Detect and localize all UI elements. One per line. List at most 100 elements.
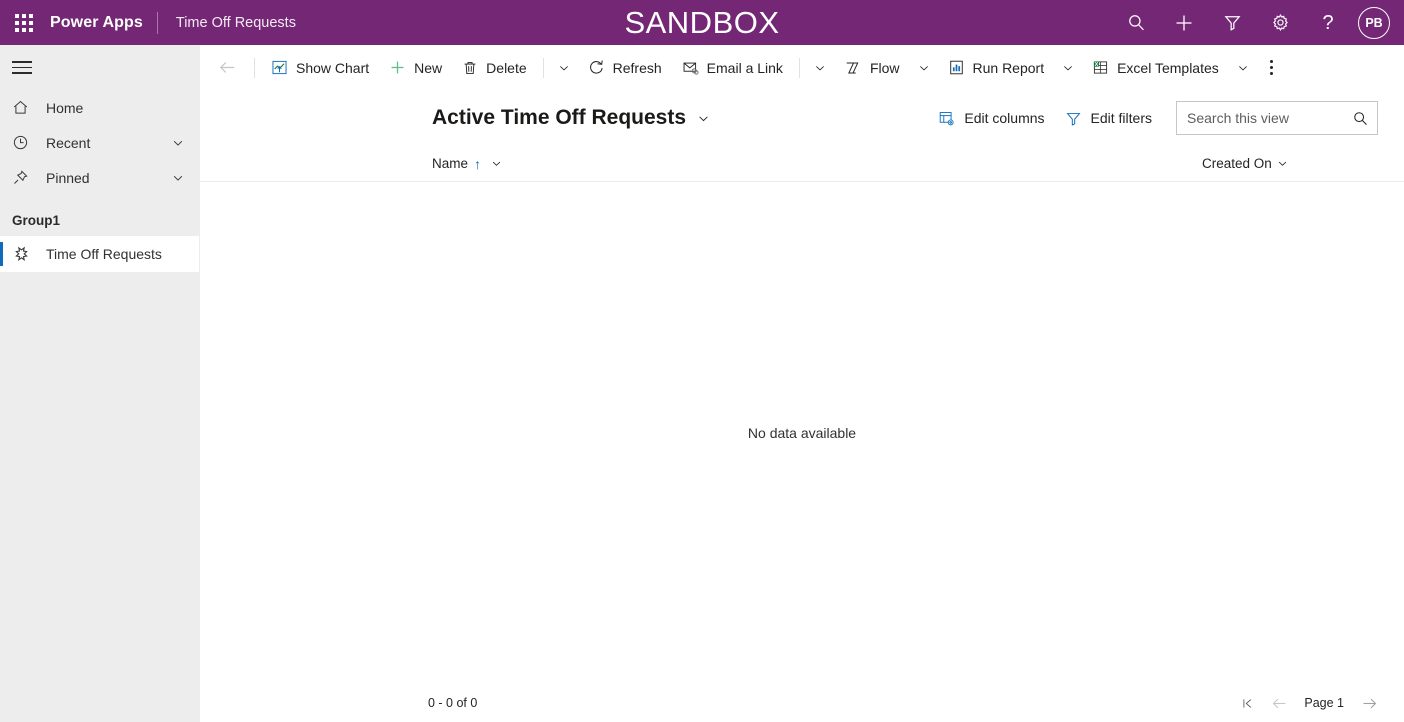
quick-create-button[interactable] — [1160, 0, 1208, 45]
excel-templates-button[interactable]: X Excel Templates — [1082, 48, 1229, 88]
excel-templates-icon: X — [1092, 59, 1109, 76]
column-label: Created On — [1202, 156, 1272, 171]
search-input[interactable] — [1187, 110, 1352, 126]
hamburger-menu-button[interactable] — [0, 45, 199, 90]
search-icon[interactable] — [1352, 110, 1369, 127]
back-button[interactable] — [210, 52, 244, 84]
command-label: Run Report — [972, 59, 1045, 76]
delete-button[interactable]: Delete — [452, 48, 536, 88]
avatar[interactable]: PB — [1358, 6, 1390, 39]
previous-page-button[interactable] — [1264, 688, 1294, 718]
grid-header: Name ↑ Created On — [200, 146, 1404, 182]
refresh-button[interactable]: Refresh — [578, 48, 672, 88]
view-header: Active Time Off Requests Edit columns Ed… — [200, 90, 1404, 146]
grid-footer: 0 - 0 of 0 Page 1 — [200, 684, 1404, 722]
view-selector[interactable]: Active Time Off Requests — [200, 106, 711, 130]
sidebar-item-label: Recent — [46, 134, 91, 151]
edit-columns-button[interactable]: Edit columns — [928, 100, 1054, 136]
filter-icon — [1223, 13, 1242, 32]
command-bar: Show Chart New Delete Refresh Email a Li… — [200, 45, 1404, 90]
hamburger-icon — [12, 57, 32, 78]
sidebar-item-label: Pinned — [46, 169, 90, 186]
refresh-icon — [588, 59, 605, 76]
sidebar: Home Recent Pinned Group1 Time Off Reque… — [0, 45, 200, 722]
edit-filters-label: Edit filters — [1090, 110, 1152, 126]
flow-button[interactable]: Flow — [834, 48, 910, 88]
more-commands-button[interactable] — [1257, 48, 1287, 88]
edit-columns-icon — [938, 110, 955, 127]
search-this-view[interactable] — [1176, 101, 1378, 135]
run-report-button[interactable]: Run Report — [938, 48, 1055, 88]
sidebar-group-title: Group1 — [12, 213, 61, 228]
next-page-button[interactable] — [1354, 688, 1384, 718]
chevron-down-icon[interactable] — [1272, 157, 1289, 170]
gear-icon — [1271, 13, 1290, 32]
command-separator — [798, 57, 800, 78]
page-shell: Home Recent Pinned Group1 Time Off Reque… — [0, 45, 1404, 722]
command-separator — [254, 57, 255, 78]
sidebar-item-time-off-requests[interactable]: Time Off Requests — [0, 236, 199, 272]
page-indicator: Page 1 — [1304, 696, 1344, 710]
trash-icon — [462, 60, 478, 76]
chevron-down-icon[interactable] — [171, 171, 199, 185]
search-button[interactable] — [1112, 0, 1160, 45]
pagination: Page 1 — [1232, 688, 1384, 718]
first-page-button[interactable] — [1232, 688, 1262, 718]
email-link-icon — [682, 59, 699, 76]
grid-body: No data available — [200, 182, 1404, 684]
chevron-down-icon[interactable] — [486, 157, 503, 170]
command-separator — [542, 57, 544, 78]
selection-indicator — [0, 242, 3, 266]
edit-filters-button[interactable]: Edit filters — [1055, 100, 1162, 136]
command-label: Flow — [869, 59, 900, 76]
email-a-link-button[interactable]: Email a Link — [672, 48, 793, 88]
record-count: 0 - 0 of 0 — [428, 696, 478, 710]
flow-icon — [844, 59, 862, 77]
sidebar-item-label: Time Off Requests — [46, 246, 162, 262]
app-bar-actions: ? PB — [1112, 0, 1404, 45]
filter-icon — [1065, 110, 1082, 127]
help-button[interactable]: ? — [1304, 0, 1352, 45]
command-label: New — [414, 59, 443, 76]
app-name[interactable]: Time Off Requests — [158, 15, 296, 31]
settings-button[interactable] — [1256, 0, 1304, 45]
command-label: Delete — [486, 59, 527, 76]
show-chart-button[interactable]: Show Chart — [261, 48, 379, 88]
flow-chevron[interactable] — [910, 48, 938, 88]
excel-templates-chevron[interactable] — [1229, 48, 1257, 88]
app-launcher-button[interactable] — [0, 0, 48, 45]
edit-columns-label: Edit columns — [964, 110, 1045, 126]
overflow-dot — [1270, 66, 1274, 69]
waffle-icon — [15, 13, 33, 32]
svg-text:X: X — [1095, 62, 1099, 68]
help-icon: ? — [1322, 11, 1334, 34]
plus-icon — [389, 59, 406, 76]
column-header-created-on[interactable]: Created On — [1202, 146, 1289, 182]
main-content: Show Chart New Delete Refresh Email a Li… — [200, 45, 1404, 722]
command-label: Show Chart — [296, 59, 370, 76]
run-report-chevron[interactable] — [1054, 48, 1082, 88]
sort-ascending-icon: ↑ — [474, 155, 482, 172]
sidebar-item-home[interactable]: Home — [0, 90, 199, 125]
command-label: Refresh — [612, 59, 662, 76]
page-title: Active Time Off Requests — [432, 106, 687, 129]
home-icon — [12, 99, 36, 116]
new-button[interactable]: New — [379, 48, 452, 88]
column-header-name[interactable]: Name ↑ — [432, 146, 1202, 182]
show-chart-icon — [271, 59, 288, 76]
overflow-dot — [1270, 72, 1274, 75]
back-arrow-icon — [218, 58, 237, 77]
sidebar-item-recent[interactable]: Recent — [0, 125, 199, 160]
email-a-link-chevron[interactable] — [806, 48, 834, 88]
filter-button[interactable] — [1208, 0, 1256, 45]
top-app-bar: Power Apps Time Off Requests SANDBOX ? P… — [0, 0, 1404, 45]
entity-icon — [12, 245, 36, 264]
brand-title[interactable]: Power Apps — [48, 14, 157, 32]
sidebar-item-pinned[interactable]: Pinned — [0, 160, 199, 195]
search-icon — [1127, 13, 1146, 32]
delete-chevron[interactable] — [550, 48, 578, 88]
command-label: Email a Link — [706, 59, 783, 76]
chevron-down-icon[interactable] — [171, 136, 199, 150]
view-actions: Edit columns Edit filters — [928, 100, 1378, 136]
command-label: Excel Templates — [1117, 59, 1219, 76]
